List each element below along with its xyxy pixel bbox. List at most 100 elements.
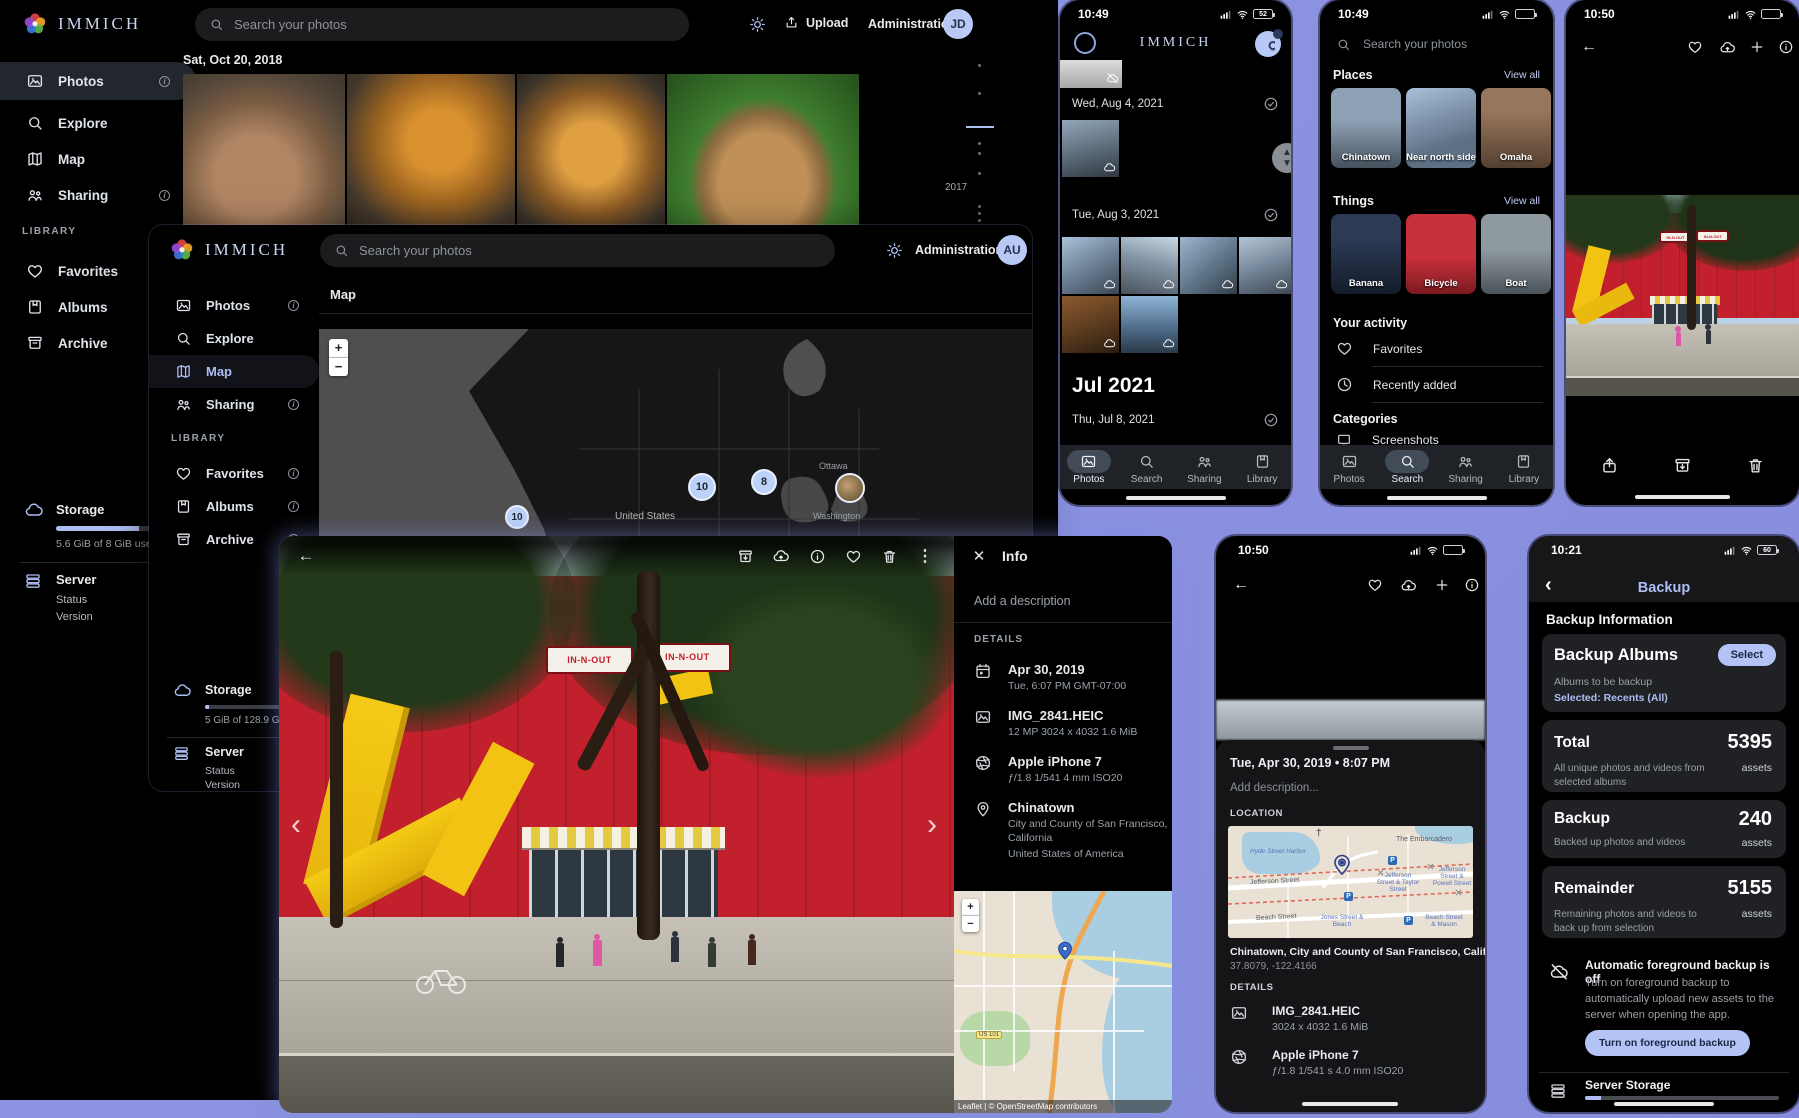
upload-button[interactable]: Upload xyxy=(784,15,848,30)
back-button[interactable]: ‹ xyxy=(1545,574,1552,597)
place-card-chinatown[interactable]: Chinatown xyxy=(1331,88,1401,168)
previous-photo-button[interactable]: ‹ xyxy=(291,808,301,842)
search-input[interactable]: Search your photos xyxy=(195,8,689,41)
photo-thumbnail[interactable] xyxy=(183,74,345,250)
trash-icon[interactable] xyxy=(1746,456,1765,475)
place-card-omaha[interactable]: Omaha xyxy=(1481,88,1551,168)
things-view-all-link[interactable]: View all xyxy=(1504,195,1540,207)
map-zoom-in-button[interactable]: + xyxy=(329,339,348,358)
select-group-checkbox[interactable] xyxy=(1263,207,1279,223)
map-cluster-marker[interactable]: 10 xyxy=(505,505,529,529)
timeline-drag-scrubber[interactable]: ▲▼ xyxy=(1272,143,1291,173)
nav-tab-photos[interactable]: Photos xyxy=(1060,445,1118,489)
more-options-button[interactable]: ⋮ xyxy=(910,541,940,571)
theme-toggle-button[interactable] xyxy=(879,235,909,265)
thing-card-banana[interactable]: Banana xyxy=(1331,214,1401,294)
photo-bottom-sliver[interactable] xyxy=(1216,700,1485,740)
select-group-checkbox[interactable] xyxy=(1263,412,1279,428)
activity-row-recently-added[interactable]: Recently added xyxy=(1336,376,1456,393)
info-button[interactable] xyxy=(1771,32,1799,62)
favorite-button[interactable] xyxy=(838,541,868,571)
sidebar-item-photos[interactable]: Photosi xyxy=(149,289,319,322)
activity-row-favorites[interactable]: Favorites xyxy=(1336,340,1422,357)
archive-icon[interactable] xyxy=(1673,456,1692,475)
upload-cloud-button[interactable] xyxy=(1712,32,1742,62)
sidebar-item-map[interactable]: Map xyxy=(0,140,196,178)
select-group-checkbox[interactable] xyxy=(1263,96,1279,112)
photo-thumbnail[interactable] xyxy=(1180,237,1237,294)
location-mini-map[interactable]: + − US 101 Leaflet | © OpenStreetMap con… xyxy=(954,891,1172,1113)
map-photo-cluster[interactable] xyxy=(835,473,865,503)
profile-avatar[interactable] xyxy=(1255,31,1281,57)
administration-link[interactable]: Administration xyxy=(915,243,1003,257)
place-card-near-north-side[interactable]: Near north side xyxy=(1406,88,1476,168)
map-cluster-marker[interactable]: 10 xyxy=(688,473,716,501)
sidebar-item-sharing[interactable]: Sharingi xyxy=(0,176,196,214)
next-photo-button[interactable]: › xyxy=(927,808,937,842)
favorite-button[interactable] xyxy=(1360,570,1390,600)
avatar[interactable]: JD xyxy=(943,9,973,39)
search-input[interactable]: Search your photos xyxy=(320,234,835,267)
coordinates-line: 37.8079, -122.4166 xyxy=(1230,961,1317,972)
sidebar-item-map-active[interactable]: Map xyxy=(149,355,319,388)
viewer-photo[interactable]: IN-N-OUT IN-N-OUT xyxy=(279,536,954,1113)
places-view-all-link[interactable]: View all xyxy=(1504,69,1540,81)
nav-tab-search[interactable]: Search xyxy=(1378,445,1436,489)
location-map-card[interactable]: Hyde Street Harbor The Embarcadero Jeffe… xyxy=(1228,826,1473,938)
photo-thumbnail[interactable] xyxy=(347,74,515,250)
photo-content[interactable]: IN-N-OUT IN-N-OUT xyxy=(1566,195,1799,396)
minimap-zoom-in-button[interactable]: + xyxy=(962,899,979,916)
nav-tab-library[interactable]: Library xyxy=(1233,445,1291,489)
nav-tab-photos[interactable]: Photos xyxy=(1320,445,1378,489)
photo-thumbnail[interactable] xyxy=(517,74,665,250)
search-input[interactable]: Search your photos xyxy=(1320,30,1553,58)
favorite-button[interactable] xyxy=(1680,32,1710,62)
photo-thumbnail[interactable] xyxy=(1239,237,1291,294)
turn-on-backup-button[interactable]: Turn on foreground backup xyxy=(1585,1030,1750,1056)
sheet-drag-handle[interactable] xyxy=(1333,746,1369,750)
thing-card-boat[interactable]: Boat xyxy=(1481,214,1551,294)
theme-toggle-button[interactable] xyxy=(742,9,772,39)
back-button[interactable]: ← xyxy=(1574,32,1604,62)
sidebar-item-albums[interactable]: Albumsi xyxy=(149,490,319,523)
photo-thumbnail[interactable] xyxy=(1121,237,1178,294)
search-icon xyxy=(1138,453,1155,470)
info-button[interactable] xyxy=(1457,570,1485,600)
upload-cloud-button[interactable] xyxy=(766,541,796,571)
add-to-album-button[interactable] xyxy=(1742,32,1772,62)
sidebar-item-favorites[interactable]: Favoritesi xyxy=(149,457,319,490)
add-description-field[interactable]: Add a description xyxy=(974,594,1071,608)
thing-card-bicycle[interactable]: Bicycle xyxy=(1406,214,1476,294)
nav-tab-search[interactable]: Search xyxy=(1118,445,1176,489)
minimap-zoom-out-button[interactable]: − xyxy=(962,916,979,932)
nav-tab-sharing[interactable]: Sharing xyxy=(1437,445,1495,489)
nav-tab-library[interactable]: Library xyxy=(1495,445,1553,489)
add-description-field[interactable]: Add description... xyxy=(1230,782,1319,794)
map-cluster-marker[interactable]: 8 xyxy=(751,469,777,495)
photo-thumbnail[interactable] xyxy=(1121,296,1178,353)
sidebar-item-sharing[interactable]: Sharingi xyxy=(149,388,319,421)
sidebar-item-photos[interactable]: Photosi xyxy=(0,62,196,100)
nav-tab-sharing[interactable]: Sharing xyxy=(1176,445,1234,489)
close-info-button[interactable]: ✕ xyxy=(964,541,994,571)
back-button[interactable]: ← xyxy=(291,541,321,571)
map-zoom-out-button[interactable]: − xyxy=(329,358,348,376)
photo-thumbnail[interactable] xyxy=(1062,237,1119,294)
photo-thumbnail-partial[interactable] xyxy=(1060,60,1122,88)
photo-thumbnail[interactable] xyxy=(667,74,859,250)
sidebar-item-explore[interactable]: Explore xyxy=(149,322,319,355)
info-button[interactable] xyxy=(802,541,832,571)
avatar[interactable]: AU xyxy=(997,235,1027,265)
add-to-album-button[interactable] xyxy=(1427,570,1457,600)
map-pin-icon xyxy=(1330,852,1354,876)
back-button[interactable]: ← xyxy=(1226,570,1256,600)
photo-thumbnail[interactable] xyxy=(1062,296,1119,353)
upload-cloud-button[interactable] xyxy=(1393,570,1423,600)
immich-logo-icon[interactable] xyxy=(1074,32,1096,54)
share-icon[interactable] xyxy=(1600,456,1619,475)
select-button[interactable]: Select xyxy=(1718,644,1776,666)
photo-thumbnail[interactable] xyxy=(1062,120,1119,177)
archive-button[interactable] xyxy=(730,541,760,571)
sidebar-item-explore[interactable]: Explore xyxy=(0,104,196,142)
delete-button[interactable] xyxy=(874,541,904,571)
